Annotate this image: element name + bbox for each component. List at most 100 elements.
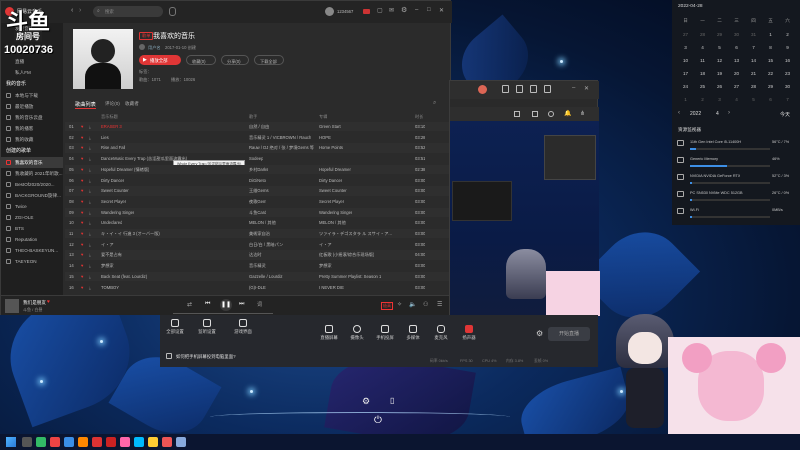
calendar-day[interactable]: 23 (780, 71, 795, 76)
sidebar-playlist[interactable]: TAEYEON (1, 256, 63, 267)
effect-icon[interactable]: ✧ (397, 301, 402, 308)
calendar-day[interactable]: 4 (729, 97, 744, 102)
shuffle-icon[interactable]: ⇄ (187, 301, 192, 308)
lyric-button[interactable]: 词 (257, 301, 262, 308)
close-button[interactable]: ✕ (439, 7, 444, 14)
heart-icon[interactable]: ♥ (81, 231, 84, 236)
calendar-day[interactable]: 14 (746, 58, 761, 63)
calendar-day[interactable]: 8 (763, 45, 778, 50)
gear-icon[interactable]: ⚙ (401, 6, 407, 14)
calendar-day[interactable]: 28 (695, 32, 710, 37)
calendar-day[interactable]: 22 (763, 71, 778, 76)
progress-bar[interactable] (173, 313, 273, 314)
copy-icon[interactable] (532, 111, 538, 117)
calendar-day[interactable]: 28 (746, 84, 761, 89)
vip-badge[interactable] (363, 9, 370, 14)
calendar-day[interactable]: 10 (678, 58, 693, 63)
download-all-button[interactable]: 下载全部 (254, 55, 284, 65)
calendar-day[interactable]: 1 (763, 32, 778, 37)
track-album[interactable]: Green Start (319, 124, 341, 129)
sidebar-playlist[interactable]: Twice (1, 201, 63, 212)
taskbar-app[interactable] (78, 437, 88, 447)
col-time[interactable]: 时长 (415, 114, 423, 120)
sidebar-playlist[interactable]: BTS (1, 223, 63, 234)
track-artist[interactable]: 夜歌Gem (249, 199, 266, 205)
track-artist[interactable]: MELON / 其他 (249, 220, 276, 226)
tool-mic[interactable]: 麦克风 (430, 325, 452, 341)
sidebar-item-fm[interactable]: 私人FM (1, 67, 63, 78)
next-month-button[interactable]: › (728, 110, 730, 116)
track-album[interactable]: Pretty Summer Playlist: Season 1 (319, 274, 381, 279)
taskbar-app[interactable] (162, 437, 172, 447)
hint-link[interactable]: 如何把手机屏幕投到电脑里面? (176, 354, 236, 360)
track-album[interactable]: Wandering Singer (319, 210, 352, 215)
table-row[interactable]: 14 ♥ ⤓ 梦想家 音乐精灵 梦想家 03:00 (65, 261, 451, 270)
sidebar-playlist[interactable]: 我收藏的 2021年听歌... (1, 168, 63, 179)
track-album[interactable]: Sweet Counter (319, 188, 347, 193)
calendar-day[interactable]: 2 (695, 97, 710, 102)
next-button[interactable]: ⏭ (239, 301, 244, 308)
calendar-day[interactable]: 5 (712, 45, 727, 50)
search-input[interactable]: ⌕ 搜索 (93, 6, 163, 17)
table-row[interactable]: 04 ♥ ⤓ DanceMusic Every Trap (苦涩甜瓜里面流露出) Sod… (65, 154, 451, 163)
creator-name[interactable]: 用户名 (148, 45, 161, 51)
table-row[interactable]: 02 ♥ ⤓ Lies 音乐精灵 1 / VICBROWN / Rauch HOPE 03:… (65, 133, 451, 142)
download-icon[interactable]: ⤓ (89, 231, 91, 236)
camera-icon[interactable] (548, 111, 554, 117)
track-album[interactable]: イ・ア (319, 242, 332, 248)
sidebar-playlist[interactable]: THEO-BASKEYUN... (1, 245, 63, 256)
tool-media[interactable]: 多媒体 (402, 325, 424, 341)
track-artist[interactable]: 白日/白 / 黑暗パン (249, 242, 283, 248)
sidebar-item-local[interactable]: 本地与下载 (1, 90, 63, 101)
go-live-button[interactable]: 开始直播 (548, 327, 590, 341)
table-row[interactable]: 10 ♥ ⤓ Undeclared MELON / 其他 MELON / 其他 03:00 (65, 218, 451, 227)
heart-icon[interactable]: ♥ (81, 124, 84, 129)
heart-icon[interactable]: ♥ (81, 274, 84, 279)
track-artist[interactable]: 音乐精灵 1 / VICBROWN / Rauch (249, 135, 311, 141)
avatar[interactable] (325, 7, 334, 16)
heart-icon[interactable]: ♥ (81, 199, 84, 204)
track-album[interactable]: Dirty Dancer (319, 178, 342, 183)
creator-avatar[interactable] (139, 44, 145, 50)
calendar-day[interactable]: 25 (695, 84, 710, 89)
calendar-day[interactable]: 19 (712, 71, 727, 76)
track-artist[interactable]: 斗鱼Card (249, 210, 266, 216)
listen-together-icon[interactable]: ⚇ (423, 301, 428, 308)
power-icon[interactable]: ⏻ (374, 415, 382, 426)
col-artist[interactable]: 歌手 (249, 114, 257, 120)
preview-canvas[interactable] (450, 121, 600, 316)
sidebar-playlist[interactable]: BACKGROUND旋律... (1, 190, 63, 201)
track-artist[interactable]: 达达时 (249, 252, 262, 258)
calendar-day[interactable]: 26 (712, 84, 727, 89)
table-row[interactable]: 05 ♥ ⤓ Hopeful Dreamer (情绪版) 乡村Darks Hopeful … (65, 164, 451, 175)
tool-screen[interactable]: 直播屏幕 (318, 325, 340, 341)
user-name[interactable]: 1234567 (337, 9, 353, 14)
start-icon[interactable] (6, 437, 16, 447)
playlist-queue-icon[interactable]: ☰ (437, 301, 442, 308)
table-row[interactable]: 13 ♥ ⤓ 爱不是占有 达达时 红板歌 (小摇滚/综合乐现场版) 04:00 (65, 250, 451, 260)
taskbar-app[interactable] (50, 437, 60, 447)
track-artist[interactable]: (G)I-DLE (249, 285, 266, 290)
download-icon[interactable]: ⤓ (89, 242, 91, 247)
download-icon[interactable]: ⤓ (89, 145, 91, 150)
track-artist[interactable]: 王维Gems (249, 188, 269, 194)
minimize-button[interactable]: – (415, 7, 418, 13)
download-icon[interactable]: ⤓ (89, 135, 91, 140)
calendar-day[interactable]: 31 (746, 32, 761, 37)
now-playing-artist[interactable]: 斗鱼 / 白昼 (23, 307, 42, 313)
taskbar-app[interactable] (22, 437, 32, 447)
mail-icon[interactable]: ✉ (389, 7, 394, 14)
calendar-day[interactable]: 20 (729, 71, 744, 76)
download-icon[interactable]: ⤓ (89, 199, 91, 204)
taskbar-app[interactable] (36, 437, 46, 447)
heart-icon[interactable]: ♥ (81, 135, 84, 140)
calendar-day[interactable]: 17 (678, 71, 693, 76)
taskbar-app[interactable] (64, 437, 74, 447)
col-album[interactable]: 专辑 (319, 114, 327, 120)
close-button[interactable]: ✕ (584, 85, 589, 92)
taskbar-app[interactable] (176, 437, 186, 447)
share-icon[interactable]: ⋔ (580, 110, 585, 117)
prev-button[interactable]: ⏮ (205, 301, 210, 308)
download-icon[interactable]: ⤓ (89, 220, 91, 225)
track-album[interactable]: MELON / 其他 (319, 220, 346, 226)
